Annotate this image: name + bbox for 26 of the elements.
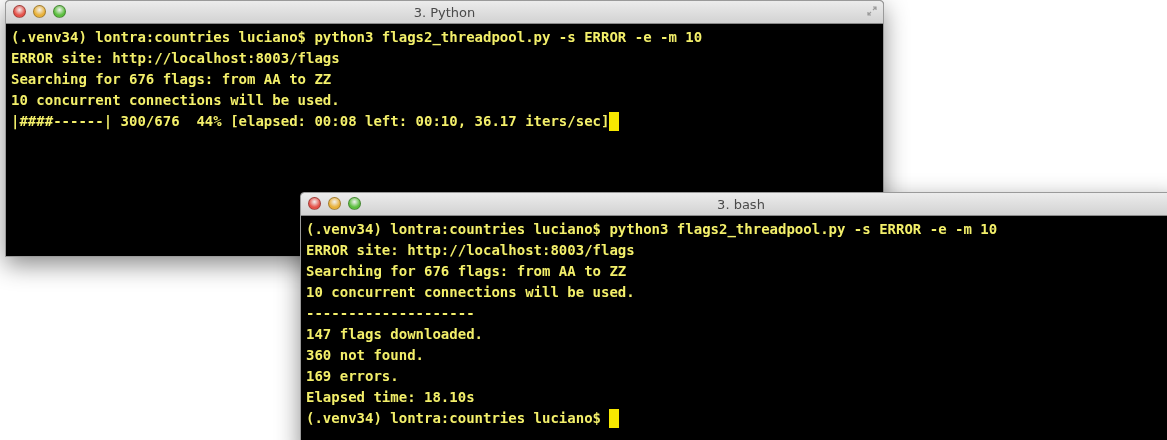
terminal-line: |####------| 300/676 44% [elapsed: 00:08 left: 00:10, 36.17 iters/sec] [11,112,610,132]
terminal-line: 169 errors. [306,367,399,386]
terminal-line: (.venv34) lontra:countries luciano$ python3 flags2_threadpool.py -s ERROR -e -m 10 [11,28,703,48]
minimize-button[interactable] [328,197,341,210]
text-cursor [609,409,620,428]
terminal-line: ERROR site: http://localhost:8003/flags [306,241,635,260]
terminal-line: 10 concurrent connections will be used. [11,91,340,110]
terminal-line: -------------------- [306,304,475,323]
terminal-line: Searching for 676 flags: from AA to ZZ [306,262,627,281]
terminal-line: ERROR site: http://localhost:8003/flags [11,49,340,68]
terminal-line: 10 concurrent connections will be used. [306,283,635,302]
terminal-line: (.venv34) lontra:countries luciano$ python3 flags2_threadpool.py -s ERROR -e -m 10 [306,220,998,240]
window-title: 3. Python [413,4,476,20]
text-cursor [609,112,620,131]
terminal-line: Searching for 676 flags: from AA to ZZ [11,70,332,89]
zoom-button[interactable] [53,5,66,18]
terminal-line: 360 not found. [306,346,424,365]
minimize-button[interactable] [33,5,46,18]
terminal-line: 147 flags downloaded. [306,325,483,344]
expand-icon[interactable] [867,6,877,16]
close-button[interactable] [13,5,26,18]
zoom-button[interactable] [348,197,361,210]
terminal-line: Elapsed time: 18.10s [306,388,475,407]
window-title: 3. bash [717,196,765,212]
close-button[interactable] [308,197,321,210]
terminal-line: (.venv34) lontra:countries luciano$ [306,409,602,428]
